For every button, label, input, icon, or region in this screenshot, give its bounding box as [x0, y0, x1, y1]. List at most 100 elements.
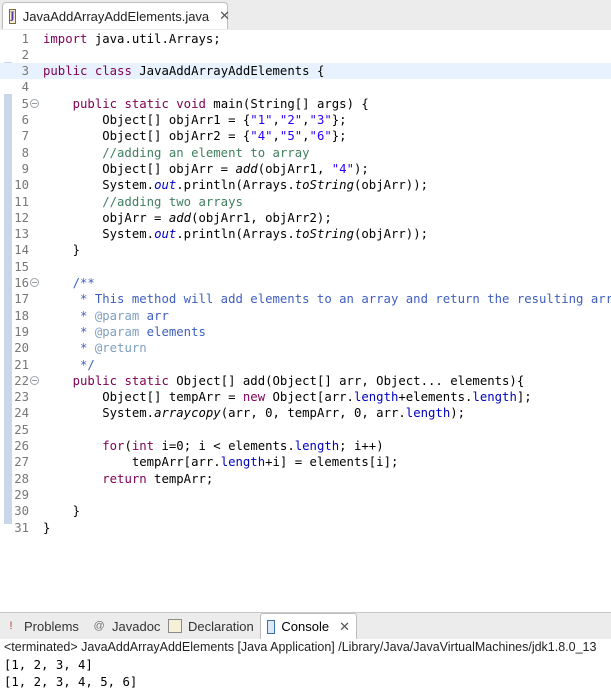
line-number: 23 [14, 390, 29, 405]
fold-toggle-icon[interactable]: − [30, 375, 39, 385]
line-number: 29 [14, 487, 29, 502]
tab-javadoc[interactable]: @ Javadoc [92, 613, 160, 639]
code-line[interactable]: 25 [0, 422, 611, 438]
code-text: Object[] tempArr = new Object[arr.length… [43, 390, 532, 405]
line-number: 2 [21, 47, 29, 62]
line-number: 14 [14, 243, 29, 258]
line-number: 7 [21, 129, 29, 144]
console-line: [1, 2, 3, 4] [4, 658, 93, 672]
line-number: 16 [14, 276, 29, 290]
console-line: [1, 2, 3, 4, 5, 6] [4, 675, 138, 689]
code-text: import java.util.Arrays; [43, 31, 221, 46]
code-line[interactable]: 12 objArr = add(objArr1, objArr2); [0, 210, 611, 226]
line-number: 27 [14, 455, 29, 470]
editor-tab-java-file[interactable]: J JavaAddArrayAddElements.java ✕ [2, 2, 230, 29]
code-text: tempArr[arr.length+i] = elements[i]; [43, 455, 399, 470]
code-text: */ [43, 357, 95, 372]
code-line[interactable]: 21 */ [0, 357, 611, 373]
javadoc-icon: @ [93, 620, 105, 632]
code-text: for(int i=0; i < elements.length; i++) [102, 439, 384, 453]
line-number: 9 [21, 161, 29, 176]
editor-tab-title: JavaAddArrayAddElements.java [22, 8, 210, 24]
close-icon[interactable]: ✕ [339, 619, 350, 635]
line-number: 6 [21, 113, 29, 127]
console-output[interactable]: <terminated> JavaAddArrayAddElements [Ja… [0, 639, 611, 700]
code-line[interactable]: 24 System.arraycopy(arr, 0, tempArr, 0, … [0, 405, 611, 421]
code-line[interactable]: 10 System.out.println(Arrays.toString(ob… [0, 177, 611, 193]
code-line[interactable]: 20 * @return [0, 340, 611, 356]
fold-toggle-icon[interactable]: − [30, 278, 39, 287]
code-text: /** [43, 276, 95, 290]
code-text: System.out.println(Arrays.toString(objAr… [43, 227, 429, 242]
code-line[interactable]: 4 [0, 79, 611, 95]
line-number: 15 [14, 259, 29, 274]
code-text: //adding two arrays [43, 194, 243, 209]
close-icon[interactable]: ✕ [219, 8, 230, 24]
code-line[interactable]: 16− /** [0, 275, 611, 291]
editor-tab-bar: J JavaAddArrayAddElements.java ✕ [0, 0, 611, 31]
code-text: objArr = add(objArr1, objArr2); [43, 210, 332, 225]
line-number: 20 [14, 341, 29, 356]
tab-javadoc-label: Javadoc [112, 618, 161, 634]
console-icon [267, 619, 276, 634]
code-line[interactable]: 15 [0, 259, 611, 275]
line-number: 22 [14, 373, 29, 388]
java-file-icon: J [9, 8, 16, 24]
code-line[interactable]: 28 return tempArr; [0, 471, 611, 487]
code-line[interactable]: 8 //adding an element to array [0, 145, 611, 161]
code-text: * @return [43, 341, 147, 356]
line-number: 21 [14, 357, 29, 372]
views-tab-bar: ! Problems @ Javadoc Declaration Console… [0, 612, 611, 640]
code-line[interactable]: 13 System.out.println(Arrays.toString(ob… [0, 226, 611, 242]
line-number: 31 [14, 520, 29, 535]
code-line[interactable]: 6 Object[] objArr1 = {"1","2","3"}; [0, 112, 611, 128]
tab-declaration-label: Declaration [188, 618, 254, 634]
line-number: 17 [14, 292, 29, 307]
code-text: Object[] objArr2 = {"4","5","6"}; [43, 129, 347, 144]
code-text: } [43, 243, 81, 258]
code-text: System.arraycopy(arr, 0, tempArr, 0, arr… [43, 406, 466, 421]
code-line[interactable]: 30 } [0, 503, 611, 519]
line-number: 8 [21, 145, 29, 160]
code-line[interactable]: 7 Object[] objArr2 = {"4","5","6"}; [0, 128, 611, 144]
code-editor[interactable]: 1 import java.util.Arrays; 2 3 public class … [0, 30, 611, 608]
code-text: * This method will add elements to an ar… [43, 292, 611, 307]
line-number: 30 [14, 504, 29, 519]
code-line[interactable]: 3 public class JavaAddArrayAddElements { [0, 63, 611, 80]
code-line[interactable]: 23 Object[] tempArr = new Object[arr.len… [0, 389, 611, 405]
tab-problems[interactable]: ! Problems [4, 613, 79, 639]
line-number: 3 [21, 64, 29, 79]
declaration-icon [168, 619, 182, 633]
line-number: 13 [14, 227, 29, 242]
code-line[interactable]: 9 Object[] objArr = add(objArr1, "4"); [0, 161, 611, 177]
code-text: * @param elements [43, 324, 206, 339]
code-line[interactable]: 19 * @param elements [0, 324, 611, 340]
line-number: 4 [21, 80, 29, 95]
code-text: return tempArr; [102, 471, 214, 486]
line-number: 11 [14, 194, 29, 209]
line-number: 26 [14, 439, 29, 453]
code-text: Object[] objArr1 = {"1","2","3"}; [43, 113, 347, 127]
tab-problems-label: Problems [24, 618, 79, 634]
code-line[interactable]: 31} [0, 520, 611, 536]
code-line[interactable]: 17 * This method will add elements to an… [0, 291, 611, 307]
code-line[interactable]: 29 [0, 487, 611, 503]
code-line[interactable]: 1 import java.util.Arrays; [0, 31, 611, 47]
code-text: //adding an element to array [43, 145, 310, 160]
line-number: 12 [14, 210, 29, 225]
code-line[interactable]: 2 [0, 47, 611, 63]
code-line[interactable]: 5− public static void main(String[] args… [0, 96, 611, 112]
code-line[interactable]: 11 //adding two arrays [0, 194, 611, 210]
code-line[interactable]: 22− public static Object[] add(Object[] … [0, 373, 611, 389]
line-number: 1 [21, 31, 29, 46]
code-line[interactable]: 18 * @param arr [0, 308, 611, 324]
fold-toggle-icon[interactable]: − [30, 98, 39, 108]
code-text: } [43, 520, 51, 535]
code-line[interactable]: 14 } [0, 242, 611, 258]
tab-console[interactable]: Console ✕ [260, 613, 357, 639]
line-number: 10 [14, 178, 29, 193]
code-line[interactable]: 26 for(int i=0; i < elements.length; i++… [0, 438, 611, 454]
code-text: } [43, 504, 81, 519]
tab-declaration[interactable]: Declaration [168, 613, 254, 639]
code-line[interactable]: 27 tempArr[arr.length+i] = elements[i]; [0, 454, 611, 470]
